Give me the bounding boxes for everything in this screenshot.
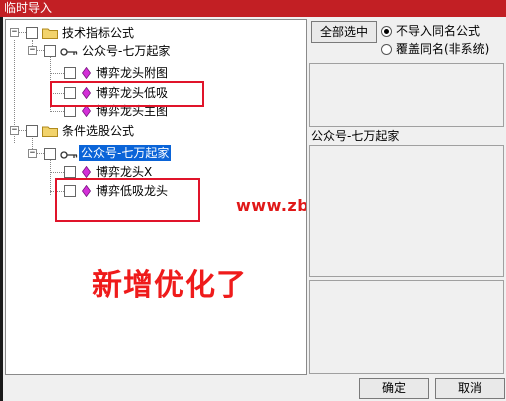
checkbox-author-1[interactable] [44, 45, 56, 57]
import-dialog: − 技术指标公式 − 公众号-七万起家 博弈龙头附图 博弈龙头低吸 博弈龙头主图… [3, 17, 506, 401]
select-all-button[interactable]: 全部选中 [311, 21, 377, 43]
radio-overwrite-label: 覆盖同名(非系统) [396, 42, 490, 56]
radio-dot-icon[interactable] [381, 26, 392, 37]
window-title: 临时导入 [0, 0, 506, 17]
checkbox-group-1[interactable] [26, 27, 38, 39]
formula-tree[interactable]: − 技术指标公式 − 公众号-七万起家 博弈龙头附图 博弈龙头低吸 博弈龙头主图… [5, 19, 307, 375]
notes-panel [309, 280, 504, 374]
tree-author-label-selected[interactable]: 公众号-七万起家 [79, 145, 172, 161]
radio-overwrite[interactable]: 覆盖同名(非系统) [381, 42, 489, 56]
detail-panel [309, 145, 504, 277]
formula-gem-icon [82, 166, 91, 178]
cancel-button[interactable]: 取消 [435, 378, 505, 399]
key-icon [60, 151, 78, 159]
tree-item-label[interactable]: 博弈龙头附图 [94, 65, 170, 81]
key-icon [60, 48, 78, 56]
tree-line [50, 159, 51, 195]
checkbox-item[interactable] [64, 67, 76, 79]
tree-line [18, 130, 26, 131]
collapse-toggle-author-2[interactable]: − [28, 149, 37, 158]
highlight-box [50, 81, 204, 107]
collapse-toggle-group-1[interactable]: − [10, 28, 19, 37]
tree-line [50, 73, 64, 74]
watermark-text: www.zbzfwu.com [236, 196, 306, 215]
overlay-annotation: 新增优化了 [92, 268, 247, 303]
tree-line [18, 32, 26, 33]
tree-author-label[interactable]: 公众号-七万起家 [80, 43, 172, 59]
formula-gem-icon [82, 67, 91, 79]
radio-no-import[interactable]: 不导入同名公式 [381, 24, 480, 38]
radio-dot-icon[interactable] [381, 44, 392, 55]
collapse-toggle-group-2[interactable]: − [10, 126, 19, 135]
author-info-label: 公众号-七万起家 [311, 129, 400, 143]
radio-no-import-label: 不导入同名公式 [396, 24, 481, 38]
tree-group-label[interactable]: 条件选股公式 [60, 123, 136, 139]
collapse-toggle-author-1[interactable]: − [28, 46, 37, 55]
tree-line [50, 172, 64, 173]
folder-icon [42, 126, 58, 137]
ok-button[interactable]: 确定 [359, 378, 429, 399]
highlight-box [55, 178, 200, 222]
checkbox-author-2[interactable] [44, 148, 56, 160]
tree-line [50, 111, 64, 112]
folder-icon [42, 28, 58, 39]
description-panel [309, 63, 504, 127]
tree-group-label[interactable]: 技术指标公式 [60, 25, 136, 41]
checkbox-item[interactable] [64, 166, 76, 178]
checkbox-group-2[interactable] [26, 125, 38, 137]
